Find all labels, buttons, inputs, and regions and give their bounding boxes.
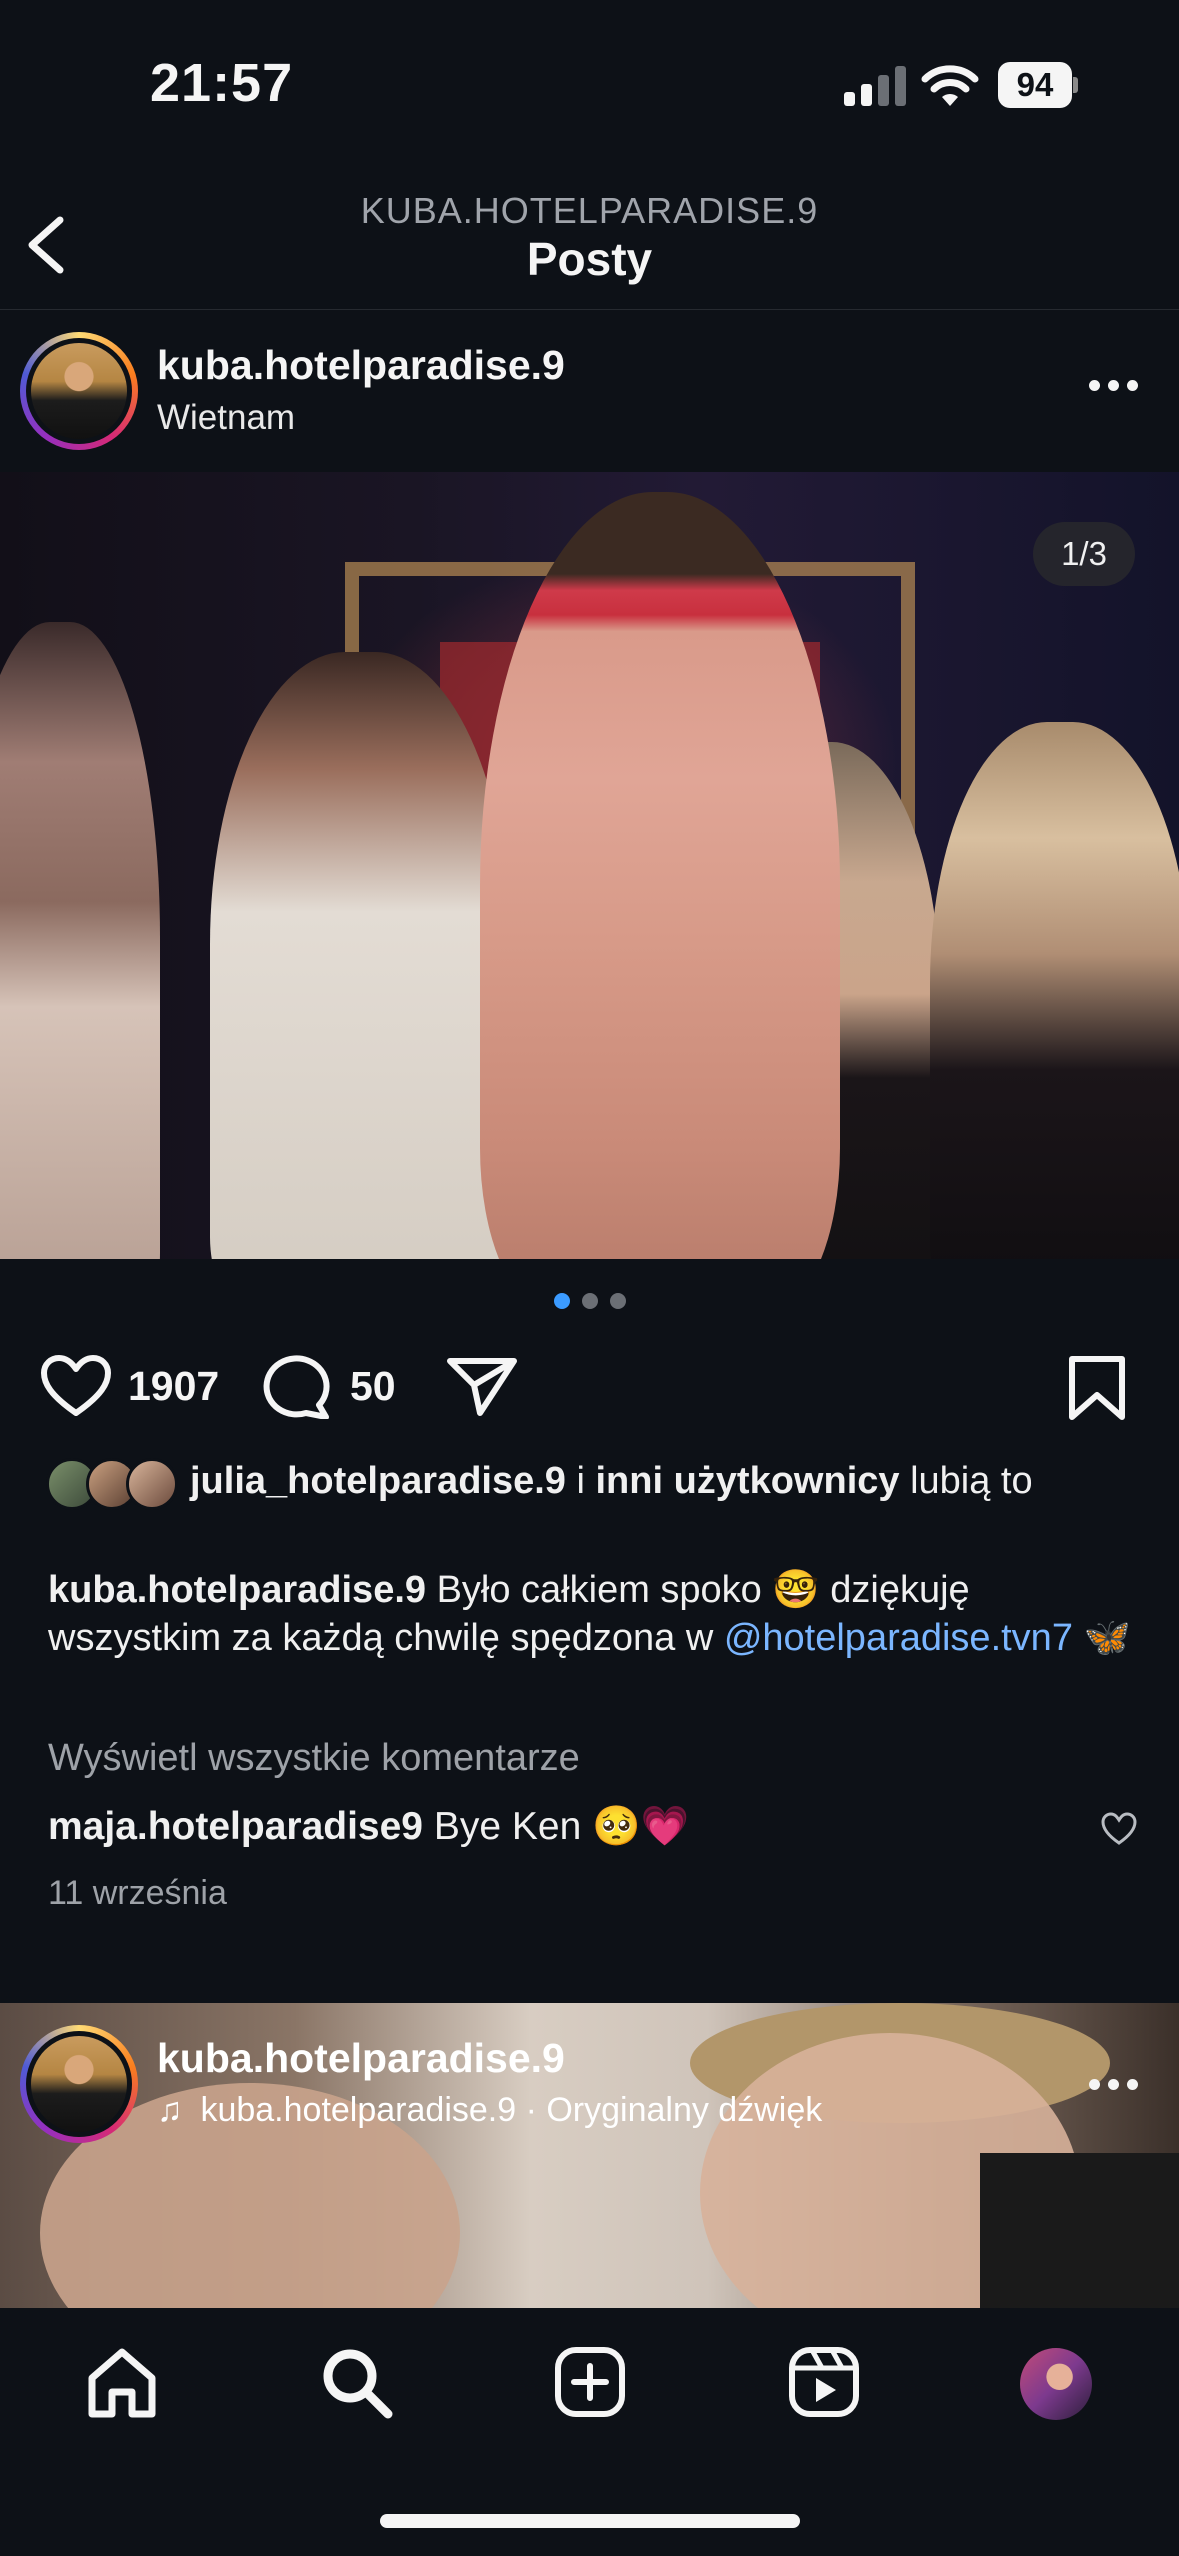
post-username[interactable]: kuba.hotelparadise.9 xyxy=(157,342,565,389)
battery-level: 94 xyxy=(998,62,1072,108)
share-button[interactable] xyxy=(446,1345,526,1425)
post-location[interactable]: Wietnam xyxy=(157,398,295,438)
reels-icon[interactable] xyxy=(786,2344,862,2420)
status-bar: 21:57 94 xyxy=(0,0,1179,170)
profile-avatar[interactable] xyxy=(1020,2348,1092,2420)
create-icon[interactable] xyxy=(552,2344,628,2420)
likes-summary[interactable]: julia_hotelparadise.9 i inni użytkownicy… xyxy=(0,1456,1179,1566)
next-post-username[interactable]: kuba.hotelparadise.9 xyxy=(157,2035,565,2082)
more-icon[interactable] xyxy=(1089,380,1139,394)
comment-username[interactable]: maja.hotelparadise9 xyxy=(48,1805,423,1848)
cellular-signal-icon xyxy=(844,66,906,106)
save-button[interactable] xyxy=(1066,1345,1136,1425)
other-likers[interactable]: inni użytkownicy xyxy=(595,1460,899,1502)
caption-mention[interactable]: @hotelparadise.tvn7 xyxy=(724,1617,1073,1659)
share-icon xyxy=(447,1358,517,1416)
carousel-dot xyxy=(581,1293,598,1309)
home-icon[interactable] xyxy=(84,2344,160,2420)
comment-text: Bye Ken 🥺💗 xyxy=(423,1805,690,1848)
home-indicator[interactable] xyxy=(380,2514,800,2528)
top-comment: maja.hotelparadise9 Bye Ken 🥺💗 xyxy=(48,1803,1048,1849)
search-icon[interactable] xyxy=(318,2344,394,2420)
next-post-avatar[interactable] xyxy=(20,2025,138,2143)
next-post-audio[interactable]: ♫ kuba.hotelparadise.9 · Oryginalny dźwi… xyxy=(157,2091,822,2130)
liker-username[interactable]: julia_hotelparadise.9 xyxy=(190,1460,566,1502)
nav-header: KUBA.HOTELPARADISE.9 Posty xyxy=(0,170,1179,310)
music-note-icon: ♫ xyxy=(157,2091,183,2129)
post-actions: 1907 50 xyxy=(0,1345,1179,1425)
next-post[interactable]: kuba.hotelparadise.9 ♫ kuba.hotelparadis… xyxy=(0,2003,1179,2308)
comment-button[interactable]: 50 xyxy=(262,1345,422,1425)
nav-subtitle: KUBA.HOTELPARADISE.9 xyxy=(360,190,819,231)
next-post-more-icon[interactable] xyxy=(1089,2079,1139,2093)
carousel-indicator xyxy=(0,1293,1179,1313)
page-title: Posty xyxy=(526,233,653,285)
post-date: 11 września xyxy=(48,1874,227,1912)
author-avatar[interactable] xyxy=(20,332,138,450)
post-header: kuba.hotelparadise.9 Wietnam xyxy=(0,312,1179,472)
post-caption: kuba.hotelparadise.9 Było całkiem spoko … xyxy=(48,1569,1131,1659)
likes-text: julia_hotelparadise.9 i inni użytkownicy… xyxy=(190,1460,1033,1502)
wifi-icon xyxy=(921,65,979,106)
like-button[interactable]: 1907 xyxy=(40,1345,240,1425)
caption-username[interactable]: kuba.hotelparadise.9 xyxy=(48,1569,426,1611)
status-time: 21:57 xyxy=(150,53,294,113)
heart-icon xyxy=(41,1355,111,1416)
image-counter: 1/3 xyxy=(1033,522,1135,586)
carousel-dot-active xyxy=(553,1293,570,1309)
comments-count: 50 xyxy=(350,1363,396,1409)
battery-indicator: 94 xyxy=(998,62,1078,108)
bookmark-icon xyxy=(1069,1356,1125,1420)
comment-like-icon[interactable] xyxy=(1100,1812,1138,1846)
liker-avatar xyxy=(126,1458,178,1510)
likes-count: 1907 xyxy=(128,1363,220,1409)
carousel-dot xyxy=(609,1293,626,1309)
comment-icon xyxy=(263,1355,330,1419)
post-image[interactable]: 1/3 xyxy=(0,472,1179,1259)
view-all-comments-link[interactable]: Wyświetl wszystkie komentarze xyxy=(48,1737,580,1780)
